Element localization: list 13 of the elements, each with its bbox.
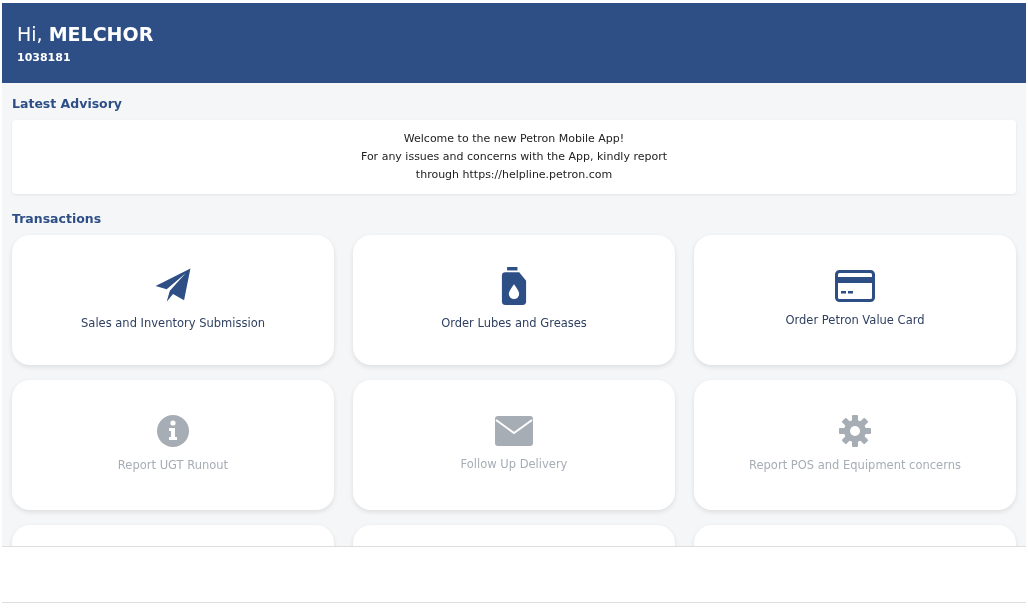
credit-card-icon — [835, 269, 875, 302]
section-title: Latest Advisory — [12, 95, 124, 113]
envelope-icon — [495, 415, 533, 446]
oil-jug-icon — [500, 266, 528, 305]
gear-icon — [839, 414, 871, 447]
advisory-message: Welcome to the new Petron Mobile App! For any issues and concerns with the App, kindly report through https://helpline.petron.com — [12, 119, 1016, 194]
greeting: Hi, MELCHOR — [17, 23, 155, 46]
section-title: Transactions — [12, 209, 103, 228]
transaction-tile[interactable]: Order Petron Value Card — [694, 234, 1016, 365]
transaction-tile[interactable]: Order Lubes and Greases — [353, 234, 675, 365]
info-icon — [157, 414, 189, 447]
transaction-tile[interactable]: Sales and Inventory Submission — [12, 234, 334, 365]
account-number: 1038181 — [17, 49, 72, 66]
